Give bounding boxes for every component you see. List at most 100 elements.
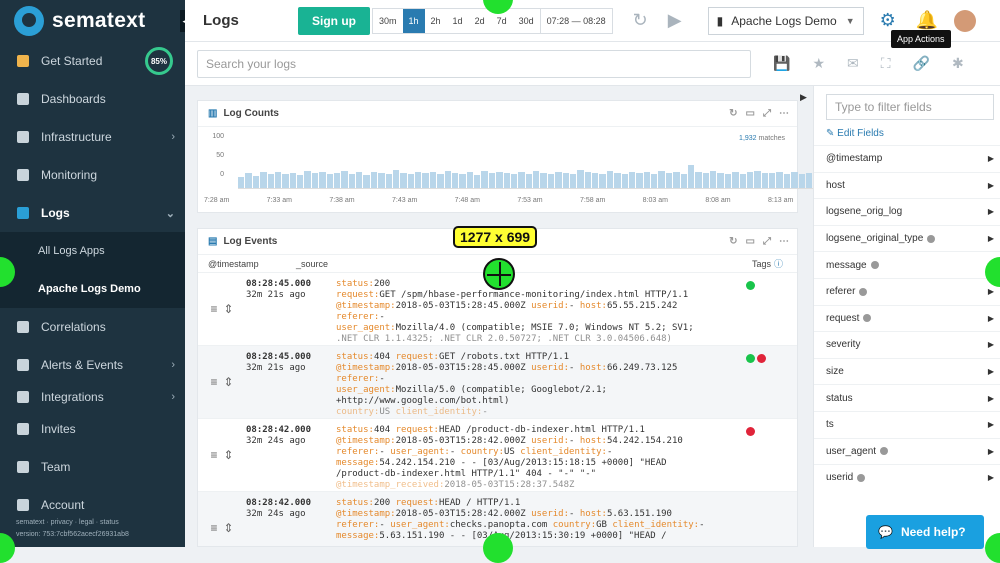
chart-bar[interactable] <box>754 170 761 188</box>
chart-bar[interactable] <box>481 171 488 188</box>
chart-bar[interactable] <box>326 174 333 188</box>
field-item-logsene-original-type[interactable]: logsene_original_type ▶ <box>814 224 1000 252</box>
chart-bar[interactable] <box>370 172 378 188</box>
range-2d[interactable]: 2d <box>469 9 491 33</box>
chart-bar[interactable] <box>437 174 444 188</box>
chart-bar[interactable] <box>348 173 355 188</box>
fullscreen-icon[interactable]: ⛶ <box>881 55 891 72</box>
chart-bar[interactable] <box>260 172 267 188</box>
mail-icon[interactable]: ✉ <box>847 55 859 72</box>
chart-bar[interactable] <box>761 173 768 188</box>
chart-bar[interactable] <box>451 172 459 188</box>
chart-bar[interactable] <box>577 170 584 188</box>
drag-handle-icon[interactable]: ≡ <box>210 448 217 462</box>
puzzle-icon[interactable]: ✱ <box>952 55 964 72</box>
chart-bar[interactable] <box>252 175 260 188</box>
range-1h[interactable]: 1h <box>402 8 425 33</box>
chart-bar[interactable] <box>606 171 614 188</box>
drag-handle-icon[interactable]: ≡ <box>210 302 217 316</box>
expand-icon[interactable]: ⤢ <box>763 236 771 247</box>
chart-bar[interactable] <box>628 171 636 188</box>
chart-bar[interactable] <box>533 170 540 188</box>
field-item-status[interactable]: status ▶ <box>814 384 1000 411</box>
brand-logo[interactable]: sematext <box>0 0 185 42</box>
chart-bar[interactable] <box>547 174 555 188</box>
range-1d[interactable]: 1d <box>447 9 469 33</box>
chart-bar[interactable] <box>311 173 319 188</box>
chart-bar[interactable] <box>518 172 525 188</box>
chart-bar[interactable] <box>238 176 245 188</box>
star-icon[interactable]: ★ <box>812 55 825 72</box>
chart-bar[interactable] <box>488 173 496 188</box>
chart-bar[interactable] <box>562 172 569 188</box>
sidebar-item-invites[interactable]: Invites <box>0 410 185 448</box>
chart-bar[interactable] <box>341 171 348 188</box>
need-help-button[interactable]: 💬 Need help? <box>866 515 984 549</box>
field-item-userid[interactable]: userid ▶ <box>814 464 1000 491</box>
chart-bar[interactable] <box>333 172 341 188</box>
sidebar-item-alerts-events[interactable]: Alerts & Events › <box>0 346 185 384</box>
chart-bar[interactable] <box>621 173 628 188</box>
chart-bar[interactable] <box>687 165 695 188</box>
info-icon[interactable]: ⓘ <box>774 257 783 270</box>
time-span[interactable]: 07:28 — 08:28 <box>539 8 612 33</box>
chart-bar[interactable] <box>555 171 562 188</box>
field-item-size[interactable]: size ▶ <box>814 357 1000 385</box>
chart-bar[interactable] <box>680 173 687 188</box>
save-icon[interactable]: 💾 <box>773 55 790 72</box>
chart-bar[interactable] <box>356 171 363 188</box>
chart-bar[interactable] <box>415 171 422 188</box>
minimize-icon[interactable]: ▭ <box>746 108 755 119</box>
app-selector[interactable]: ▮ Apache Logs Demo ▼ <box>707 6 864 35</box>
sidebar-item-infrastructure[interactable]: Infrastructure › <box>0 118 185 156</box>
sidebar-item-dashboards[interactable]: Dashboards <box>0 80 185 118</box>
refresh-icon[interactable]: ↻ <box>633 10 648 31</box>
chart-bar[interactable] <box>400 172 407 188</box>
chart-bar[interactable] <box>444 170 451 188</box>
play-icon[interactable]: ▶ <box>668 10 682 31</box>
sidebar-item-apache-logs-demo[interactable]: Apache Logs Demo <box>0 270 185 308</box>
chart-bar[interactable] <box>805 172 813 188</box>
sidebar-item-correlations[interactable]: Correlations <box>0 308 185 346</box>
edit-fields-link[interactable]: ✎ Edit Fields <box>826 128 1000 139</box>
chart-bar[interactable] <box>363 175 370 188</box>
sidebar-item-all-logs-apps[interactable]: All Logs Apps <box>0 232 185 270</box>
field-item-ts[interactable]: ts ▶ <box>814 410 1000 438</box>
footer-links[interactable]: sematext · privacy · legal · status <box>16 517 129 529</box>
field-item--timestamp[interactable]: @timestamp ▶ <box>814 145 1000 172</box>
chart-bar[interactable] <box>385 174 392 188</box>
chart-bar[interactable] <box>304 170 311 188</box>
chart-bar[interactable] <box>466 172 473 188</box>
minimize-icon[interactable]: ▭ <box>746 236 755 247</box>
chart-bar[interactable] <box>614 172 621 188</box>
avatar[interactable] <box>954 9 977 32</box>
chart-bar[interactable] <box>569 173 577 188</box>
field-item-message[interactable]: message▶ <box>814 251 1000 278</box>
chart-bar[interactable] <box>378 173 385 188</box>
gear-icon[interactable]: ⚙ <box>880 10 896 31</box>
chart-bar[interactable] <box>474 175 481 188</box>
table-row[interactable]: ≡ ⇕ 08:28:45.000 32m 21s ago status:404 requ… <box>198 346 797 419</box>
sidebar-item-get-started[interactable]: Get Started 85% <box>0 42 185 80</box>
chart-bar[interactable] <box>267 174 274 188</box>
link-icon[interactable]: 🔗 <box>913 55 930 72</box>
filter-fields-input[interactable]: Type to filter fields <box>826 94 994 120</box>
field-item-user-agent[interactable]: user_agent ▶ <box>814 437 1000 465</box>
chart-bar[interactable] <box>665 172 673 188</box>
chart-bar[interactable] <box>282 173 289 188</box>
sidebar-item-team[interactable]: Team <box>0 448 185 486</box>
chart-bar[interactable] <box>717 172 724 188</box>
chart-bar[interactable] <box>636 173 643 188</box>
more-icon[interactable]: ⋯ <box>779 236 789 247</box>
chart-bar[interactable] <box>496 171 503 188</box>
chart-bar[interactable] <box>459 173 466 188</box>
chart-bar[interactable] <box>783 173 791 188</box>
chart-bar[interactable] <box>673 171 680 188</box>
sort-icon[interactable]: ⇕ <box>223 375 233 389</box>
chart-bar[interactable] <box>422 173 429 188</box>
range-30m[interactable]: 30m <box>373 9 403 33</box>
chart-bar[interactable] <box>798 174 805 188</box>
chart-bar[interactable] <box>746 172 754 188</box>
refresh-icon[interactable]: ↻ <box>729 108 737 119</box>
chart-bar[interactable] <box>710 171 717 188</box>
